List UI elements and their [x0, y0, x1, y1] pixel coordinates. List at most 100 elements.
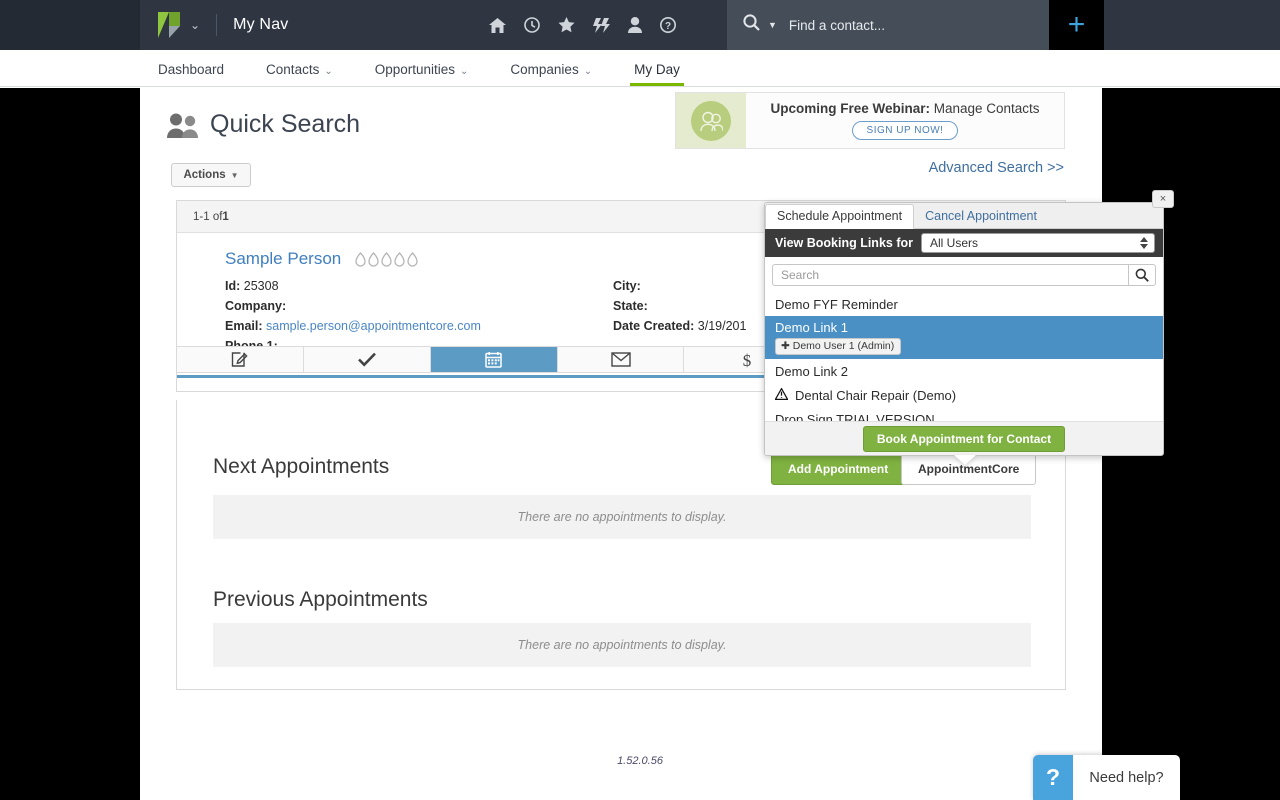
field-label: Company:	[225, 299, 287, 313]
nav-label: Opportunities	[374, 62, 456, 77]
stepper-arrows-icon	[1140, 237, 1148, 249]
contact-fields-left: Id: 25308 Company: Email: sample.person@…	[225, 279, 613, 353]
contact-fields-right: City: State: Date Created: 3/19/201	[613, 279, 746, 353]
field-value: 25308	[243, 279, 279, 293]
webinar-title: Upcoming Free Webinar: Manage Contacts	[770, 101, 1039, 116]
booking-links-list: Demo FYF Reminder Demo Link 1 ✚ Demo Use…	[765, 292, 1163, 431]
svg-text:?: ?	[664, 21, 670, 32]
popover-tabs: Schedule Appointment Cancel Appointment	[765, 203, 1163, 229]
list-item[interactable]: Demo Link 1 ✚ Demo User 1 (Admin)	[765, 316, 1163, 359]
nav-item-my-day[interactable]: My Day	[630, 62, 684, 86]
booking-links-popover: Schedule Appointment Cancel Appointment …	[764, 202, 1164, 456]
advanced-search-link[interactable]: Advanced Search >>	[929, 160, 1064, 176]
top-bar: ⌄ My Nav ? ▼ Find a contact... +	[0, 0, 1280, 50]
calendar-icon[interactable]	[430, 347, 558, 372]
plus-icon: ✚	[781, 340, 790, 352]
nav-label: My Day	[634, 62, 680, 77]
flame-icon	[355, 251, 366, 267]
warning-icon	[774, 386, 789, 403]
next-appointments-title: Next Appointments	[213, 455, 390, 478]
search-input[interactable]: Find a contact...	[789, 18, 885, 33]
chevron-down-icon: ⌄	[583, 66, 593, 77]
previous-appointments-empty: There are no appointments to display.	[213, 623, 1031, 667]
chevron-down-icon: ⌄	[324, 66, 333, 77]
result-count-total: 1	[222, 210, 229, 223]
list-item[interactable]: Demo Link 2	[765, 359, 1163, 383]
field-value: 3/19/201	[697, 319, 747, 333]
popover-footer: Book Appointment for Contact	[765, 421, 1163, 455]
webinar-title-suffix: Manage Contacts	[929, 101, 1040, 116]
clock-icon[interactable]	[523, 17, 540, 33]
nav-item-contacts[interactable]: Contacts ⌄	[266, 62, 333, 86]
field-company: Company:	[225, 299, 613, 313]
help-icon[interactable]: ?	[659, 17, 676, 33]
contacts-people-icon	[166, 112, 200, 138]
booking-search-input[interactable]: Search	[772, 264, 1128, 286]
chevron-down-icon: ⌄	[460, 66, 469, 77]
page-title-area: Quick Search	[166, 110, 360, 139]
popover-close-button[interactable]: ×	[1152, 190, 1174, 208]
assigned-user-label: Demo User 1 (Admin)	[792, 340, 895, 352]
next-appointments-empty: There are no appointments to display.	[213, 495, 1031, 539]
actions-button[interactable]: Actions ▼	[171, 163, 251, 187]
list-item[interactable]: Dental Chair Repair (Demo)	[765, 383, 1163, 407]
search-icon	[743, 14, 760, 36]
tab-schedule-appointment[interactable]: Schedule Appointment	[765, 204, 915, 229]
brand-area[interactable]: ⌄ My Nav	[140, 0, 289, 50]
field-state: State:	[613, 299, 746, 313]
webinar-icon-box	[676, 93, 746, 148]
question-mark-icon: ?	[1033, 755, 1073, 800]
add-button[interactable]: +	[1049, 0, 1104, 50]
page-title: Quick Search	[210, 110, 361, 138]
webinar-signup-button[interactable]: SIGN UP NOW!	[851, 121, 959, 140]
book-appointment-button[interactable]: Book Appointment for Contact	[862, 425, 1066, 452]
contact-name-link[interactable]: Sample Person	[225, 249, 341, 269]
flame-icon	[407, 251, 418, 267]
booking-search-button[interactable]	[1128, 264, 1156, 286]
booking-filter-label: View Booking Links for	[775, 236, 913, 250]
list-item-label: Demo Link 1	[775, 320, 848, 335]
need-help-widget[interactable]: ? Need help?	[1033, 755, 1180, 800]
lightning-icon[interactable]	[592, 17, 610, 33]
tab-cancel-appointment[interactable]: Cancel Appointment	[914, 205, 1048, 228]
nav-label: Companies	[510, 62, 579, 77]
rating-flames[interactable]	[355, 251, 418, 267]
add-appointment-button[interactable]: Add Appointment	[771, 453, 906, 485]
webinar-people-icon	[691, 100, 731, 141]
chevron-down-icon[interactable]: ▼	[768, 20, 777, 30]
user-filter-select[interactable]: All Users	[920, 233, 1155, 253]
svg-text:$: $	[743, 351, 752, 369]
field-city: City:	[613, 279, 746, 293]
flame-icon	[381, 251, 392, 267]
topbar-icon-group: ?	[488, 17, 676, 33]
app-root: ⌄ My Nav ? ▼ Find a contact... + Dashboa…	[0, 0, 1280, 800]
field-label: City:	[613, 279, 641, 293]
edit-note-icon[interactable]	[177, 347, 304, 372]
list-item-content: Demo Link 1 ✚ Demo User 1 (Admin)	[775, 320, 902, 355]
popover-pointer-arrow	[954, 455, 976, 465]
field-id: Id: 25308	[225, 279, 613, 293]
nav-item-companies[interactable]: Companies ⌄	[510, 62, 592, 86]
list-item-label: Demo Link 2	[775, 363, 848, 379]
global-search[interactable]: ▼ Find a contact...	[727, 0, 1049, 50]
booking-filter-bar: View Booking Links for All Users	[765, 229, 1163, 257]
user-filter-value: All Users	[929, 236, 978, 250]
webinar-banner[interactable]: Upcoming Free Webinar: Manage Contacts S…	[675, 92, 1065, 149]
nav-item-dashboard[interactable]: Dashboard	[158, 62, 224, 86]
chevron-down-icon[interactable]: ⌄	[190, 18, 200, 32]
field-label: Email:	[225, 319, 263, 333]
result-count-prefix: 1-1 of	[193, 210, 223, 223]
person-icon[interactable]	[627, 17, 642, 33]
field-value-email-link[interactable]: sample.person@appointmentcore.com	[266, 319, 481, 333]
divider	[216, 14, 218, 36]
field-date-created: Date Created: 3/19/201	[613, 319, 746, 333]
list-item-label: Demo FYF Reminder	[775, 296, 898, 312]
home-icon[interactable]	[488, 17, 506, 33]
star-icon[interactable]	[558, 17, 575, 33]
main-nav: Dashboard Contacts ⌄ Opportunities ⌄ Compa…	[0, 50, 1280, 87]
checkmark-icon[interactable]	[303, 347, 431, 372]
envelope-icon[interactable]	[557, 347, 685, 372]
field-label: Date Created:	[613, 319, 695, 333]
nav-item-opportunities[interactable]: Opportunities ⌄	[375, 62, 469, 86]
list-item[interactable]: Demo FYF Reminder	[765, 292, 1163, 316]
